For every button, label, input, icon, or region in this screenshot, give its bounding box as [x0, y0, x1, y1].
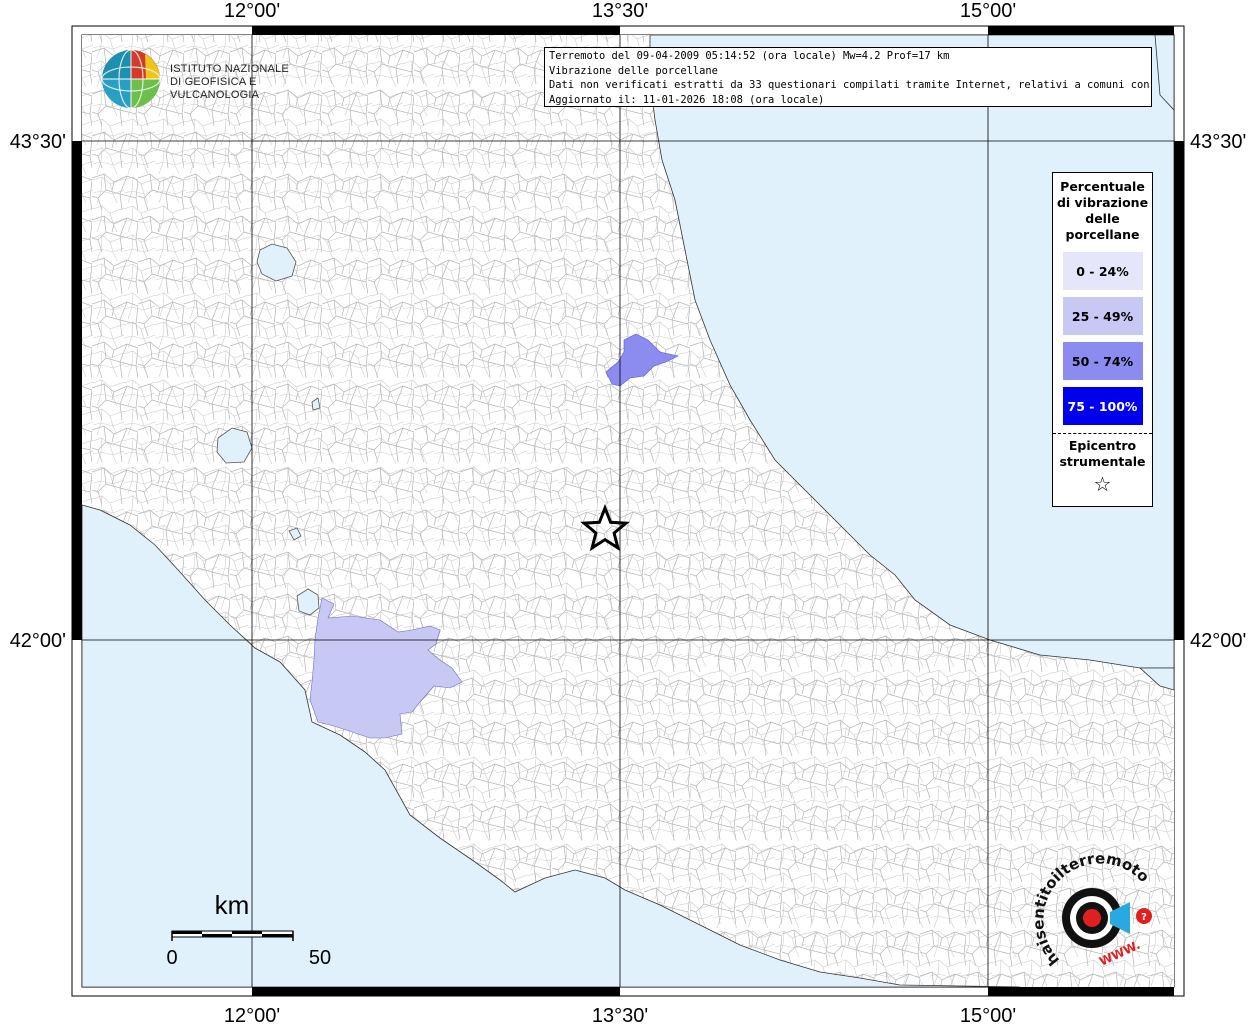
bottom-tick-3: 15°00' [960, 1005, 1016, 1024]
legend-item-25-49: 25 - 49% [1062, 297, 1143, 335]
svg-text:?: ? [1141, 912, 1147, 923]
ingv-logo: ISTITUTO NAZIONALE DI GEOFISICA E VULCAN… [100, 48, 310, 110]
left-tick-2: 42°00' [10, 630, 66, 652]
data-note: Dati non verificati estratti da 33 quest… [549, 79, 1151, 91]
legend-separator [1053, 433, 1152, 434]
ingv-line-1: ISTITUTO NAZIONALE [170, 63, 289, 75]
update-time: Aggiornato il: 11-01-2026 18:08 (ora loc… [549, 93, 825, 106]
hst-logo: ? haisentitoilterremoto.it WWW. [1026, 836, 1168, 980]
legend-item-0-24: 0 - 24% [1062, 252, 1143, 290]
legend-item-75-100: 75 - 100% [1062, 387, 1143, 425]
ingv-globe-icon [101, 49, 161, 109]
legend-star-icon: ☆ [1093, 472, 1112, 496]
scale-unit: km [215, 890, 250, 920]
ingv-line-2: DI GEOFISICA E VULCANOLOGIA [170, 76, 260, 101]
legend: Percentuale di vibrazione delle porcella… [1052, 172, 1153, 507]
right-tick-1: 43°30' [1190, 131, 1246, 153]
legend-title: Percentuale di vibrazione delle porcella… [1056, 179, 1149, 242]
bottom-tick-1: 12°00' [224, 1005, 280, 1024]
map-parameter: Vibrazione delle porcellane [549, 64, 718, 77]
event-info-box: Terremoto del 09-04-2009 05:14:52 (ora l… [544, 47, 1152, 107]
top-tick-2: 13°30' [592, 0, 648, 22]
event-title: Terremoto del 09-04-2009 05:14:52 (ora l… [549, 50, 950, 62]
scale-min: 0 [166, 947, 177, 969]
scale-max: 50 [309, 947, 331, 969]
left-tick-1: 43°30' [10, 131, 66, 153]
bottom-tick-2: 13°30' [592, 1005, 648, 1024]
hst-target-icon: ? haisentitoilterremoto.it WWW. [1026, 836, 1152, 969]
legend-epicenter-label: Epicentro strumentale [1059, 438, 1146, 469]
legend-item-50-74: 50 - 74% [1062, 342, 1143, 380]
right-tick-2: 42°00' [1190, 630, 1246, 652]
top-tick-1: 12°00' [224, 0, 280, 22]
top-tick-3: 15°00' [960, 0, 1016, 22]
